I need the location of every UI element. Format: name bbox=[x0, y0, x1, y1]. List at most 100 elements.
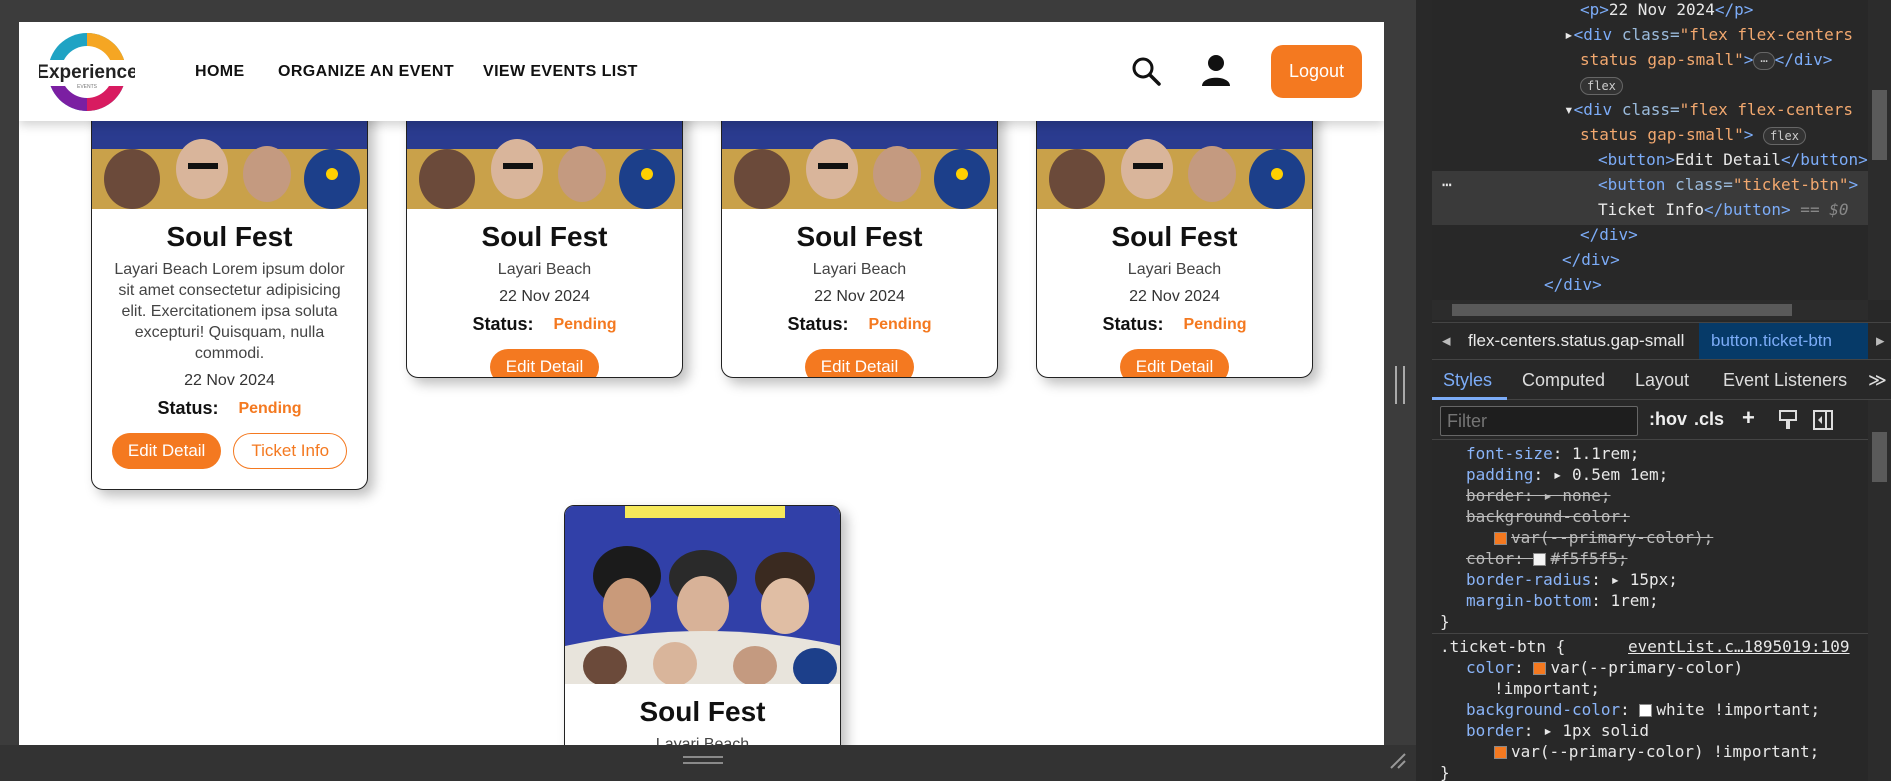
logo-subtext: EVENTS bbox=[77, 84, 98, 90]
event-date: 22 Nov 2024 bbox=[1129, 288, 1220, 305]
styles-toolbar: :hov .cls + bbox=[1432, 400, 1891, 440]
card-actions: Edit Detail bbox=[1037, 349, 1312, 377]
css-declaration-overridden[interactable]: background-color: bbox=[1466, 506, 1630, 527]
edit-detail-button[interactable]: Edit Detail bbox=[111, 433, 222, 469]
resize-grip-icon[interactable] bbox=[683, 756, 723, 764]
status-label: Status: bbox=[787, 314, 849, 334]
paint-brush-icon[interactable] bbox=[1778, 409, 1798, 431]
dom-node-div-expanded[interactable]: ▾<div class="flex flex-centers bbox=[1564, 97, 1853, 122]
event-location: Layari Beach bbox=[1127, 261, 1222, 278]
css-declaration-cont: !important; bbox=[1494, 679, 1600, 698]
dom-close-div[interactable]: </div> bbox=[1562, 247, 1620, 272]
styles-vertical-scrollbar[interactable] bbox=[1868, 400, 1891, 781]
dom-node-p[interactable]: <p>22 Nov 2024</p> bbox=[1580, 0, 1753, 22]
event-location: Layari Beach bbox=[812, 261, 907, 278]
css-declaration[interactable]: border-radius: ▸ 15px; bbox=[1466, 569, 1678, 590]
breadcrumb-item[interactable]: flex-centers.status.gap-small bbox=[1468, 331, 1684, 351]
css-declaration[interactable]: color: var(--primary-color) bbox=[1466, 657, 1743, 678]
event-title: Soul Fest bbox=[1111, 221, 1238, 252]
css-selector[interactable]: .ticket-btn { bbox=[1440, 636, 1565, 657]
drawer-resize-bar[interactable] bbox=[0, 745, 1416, 781]
styles-filter-input[interactable] bbox=[1440, 406, 1638, 436]
event-poster-image bbox=[565, 506, 840, 684]
color-swatch[interactable] bbox=[1494, 746, 1507, 759]
hov-toggle[interactable]: :hov bbox=[1649, 409, 1687, 430]
flex-badge[interactable]: flex bbox=[1580, 76, 1623, 95]
css-declaration[interactable]: font-size: 1.1rem; bbox=[1466, 443, 1639, 464]
event-date: 22 Nov 2024 bbox=[499, 288, 590, 305]
dom-close-div[interactable]: </div> bbox=[1544, 272, 1602, 297]
panel-splitter-handle[interactable] bbox=[1395, 366, 1405, 404]
status-label: Status: bbox=[157, 398, 219, 418]
status-value: Pending bbox=[553, 316, 617, 333]
tab-styles[interactable]: Styles bbox=[1443, 370, 1492, 391]
dom-node-button-edit[interactable]: <button>Edit Detail</button> bbox=[1598, 147, 1868, 172]
logout-button[interactable]: Logout bbox=[1271, 45, 1362, 98]
search-icon[interactable] bbox=[1131, 56, 1161, 86]
css-declaration-overridden[interactable]: border: ▸ none; bbox=[1466, 485, 1611, 506]
user-icon[interactable] bbox=[1201, 54, 1231, 86]
tab-computed[interactable]: Computed bbox=[1522, 370, 1605, 391]
event-title: Soul Fest bbox=[481, 221, 608, 252]
tab-event-listeners[interactable]: Event Listeners bbox=[1723, 370, 1847, 391]
rule-separator bbox=[1432, 633, 1868, 634]
ellipsis-badge[interactable]: ⋯ bbox=[1753, 51, 1775, 70]
color-swatch[interactable] bbox=[1533, 662, 1547, 675]
event-title: Soul Fest bbox=[166, 221, 293, 252]
breadcrumb-next-icon[interactable]: ▸ bbox=[1876, 331, 1885, 351]
status-value: Pending bbox=[1183, 316, 1247, 333]
experience-logo[interactable]: Experience EVENTS bbox=[39, 32, 135, 112]
css-declaration[interactable]: margin-bottom: 1rem; bbox=[1466, 590, 1659, 611]
css-declaration-overridden[interactable]: color: #f5f5f5; bbox=[1466, 548, 1628, 569]
event-description: Layari Beach Lorem ipsum dolor sit amet … bbox=[114, 261, 345, 362]
css-source-link[interactable]: eventList.c…1895019:109 bbox=[1628, 636, 1850, 657]
new-rule-button[interactable]: + bbox=[1742, 405, 1755, 431]
card-actions: Edit Detail Ticket Info bbox=[92, 433, 367, 469]
status-label: Status: bbox=[1102, 314, 1164, 334]
dom-node-button-ticket[interactable]: <button class="ticket-btn"> bbox=[1598, 172, 1858, 197]
edit-detail-button[interactable]: Edit Detail bbox=[1119, 349, 1230, 377]
event-location: Layari Beach bbox=[655, 736, 750, 745]
color-swatch[interactable] bbox=[1639, 704, 1653, 717]
tab-layout[interactable]: Layout bbox=[1635, 370, 1689, 391]
dom-close-div[interactable]: </div> bbox=[1580, 222, 1638, 247]
toggle-sidebar-icon[interactable] bbox=[1812, 409, 1834, 431]
css-declaration-overridden[interactable]: var(--primary-color); bbox=[1494, 527, 1713, 548]
event-date: 22 Nov 2024 bbox=[814, 288, 905, 305]
nav-view-events-list[interactable]: VIEW EVENTS LIST bbox=[483, 63, 638, 81]
card-actions: Edit Detail bbox=[722, 349, 997, 377]
cls-toggle[interactable]: .cls bbox=[1694, 409, 1724, 430]
dom-horizontal-scrollbar[interactable] bbox=[1432, 300, 1868, 320]
color-swatch[interactable] bbox=[1533, 553, 1547, 566]
dom-node-div-collapsed[interactable]: ▸<div class="flex flex-centers bbox=[1564, 22, 1853, 47]
dom-node-div-expanded-cont[interactable]: status gap-small"> flex bbox=[1580, 122, 1806, 147]
css-declaration[interactable]: padding: ▸ 0.5em 1em; bbox=[1466, 464, 1668, 485]
dom-vertical-scrollbar[interactable] bbox=[1868, 0, 1891, 300]
flex-badge[interactable]: flex bbox=[1763, 126, 1806, 145]
breadcrumb-item-active[interactable]: button.ticket-btn bbox=[1711, 331, 1832, 351]
devtools-divider[interactable] bbox=[1416, 0, 1432, 781]
dom-gutter-dots[interactable]: ⋯ bbox=[1442, 172, 1452, 197]
breadcrumb-prev-icon[interactable]: ◂ bbox=[1442, 331, 1451, 351]
ticket-info-button[interactable]: Ticket Info bbox=[233, 433, 348, 469]
event-status: Status: Pending bbox=[1037, 314, 1312, 335]
css-declaration-cont[interactable]: var(--primary-color) !important; bbox=[1494, 741, 1819, 762]
edit-detail-button[interactable]: Edit Detail bbox=[489, 349, 600, 377]
corner-resize-icon[interactable] bbox=[1389, 752, 1407, 770]
card-actions: Edit Detail bbox=[407, 349, 682, 377]
status-value: Pending bbox=[238, 400, 302, 417]
tabs-overflow-icon[interactable]: ≫ bbox=[1868, 370, 1887, 391]
nav-home[interactable]: HOME bbox=[195, 63, 245, 81]
event-status: Status: Pending bbox=[722, 314, 997, 335]
status-label: Status: bbox=[472, 314, 534, 334]
nav-organize-event[interactable]: ORGANIZE AN EVENT bbox=[278, 63, 454, 81]
dom-node-div-collapsed-cont[interactable]: status gap-small"> ⋯ </div> bbox=[1580, 47, 1832, 72]
css-declaration[interactable]: background-color: white !important; bbox=[1466, 699, 1820, 720]
event-location: Layari Beach bbox=[497, 261, 592, 278]
dom-node-button-ticket-text[interactable]: Ticket Info</button> == $0 bbox=[1598, 197, 1848, 222]
edit-detail-button[interactable]: Edit Detail bbox=[804, 349, 915, 377]
browser-viewport: Experience EVENTS HOME ORGANIZE AN EVENT… bbox=[0, 0, 1416, 781]
css-declaration[interactable]: border: ▸ 1px solid bbox=[1466, 720, 1649, 741]
css-rule-close: } bbox=[1440, 612, 1450, 631]
color-swatch[interactable] bbox=[1494, 532, 1507, 545]
